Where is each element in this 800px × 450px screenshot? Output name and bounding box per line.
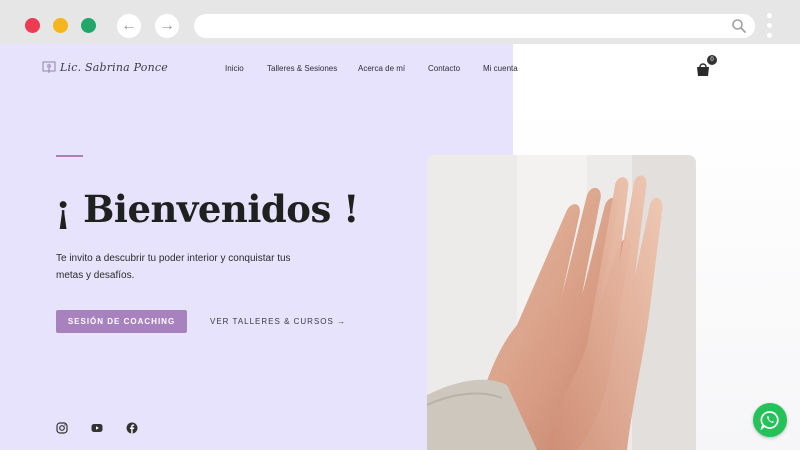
close-window-button[interactable] <box>25 18 40 33</box>
site-logo[interactable]: Lic. Sabrina Ponce <box>42 60 168 74</box>
address-bar[interactable] <box>194 14 755 38</box>
facebook-icon[interactable] <box>126 422 138 434</box>
coaching-session-button[interactable]: SESIÓN DE COACHING <box>56 310 187 333</box>
hero-title: ¡ Bienvenidos ! <box>55 187 359 231</box>
flower-logo-icon <box>42 61 56 73</box>
nav-item-inicio[interactable]: Inicio <box>225 64 244 73</box>
minimize-window-button[interactable] <box>53 18 68 33</box>
logo-text: Lic. Sabrina Ponce <box>60 60 168 74</box>
whatsapp-button[interactable] <box>753 403 787 437</box>
nav-item-mi-cuenta[interactable]: Mi cuenta <box>483 64 518 73</box>
cart-count-badge: 0 <box>707 55 717 65</box>
forward-button[interactable]: → <box>155 14 179 38</box>
nav-item-acerca[interactable]: Acerca de mí <box>358 64 405 73</box>
nav-item-talleres[interactable]: Talleres & Sesiones <box>267 64 337 73</box>
nav-item-contacto[interactable]: Contacto <box>428 64 460 73</box>
browser-menu-icon[interactable] <box>767 13 773 41</box>
hands-illustration <box>427 155 696 450</box>
arrow-left-icon: ← <box>121 17 137 34</box>
website-page: Lic. Sabrina Ponce Inicio Talleres & Ses… <box>0 44 800 450</box>
maximize-window-button[interactable] <box>81 18 96 33</box>
search-icon[interactable] <box>731 18 747 34</box>
accent-divider <box>56 155 83 157</box>
hero-image-high-five <box>427 155 696 450</box>
whatsapp-icon <box>760 411 779 430</box>
instagram-icon[interactable] <box>56 422 68 434</box>
youtube-icon[interactable] <box>91 422 103 434</box>
back-button[interactable]: ← <box>117 14 141 38</box>
browser-toolbar: ← → <box>0 0 800 44</box>
view-workshops-link[interactable]: VER TALLERES & CURSOS → <box>210 317 346 326</box>
hero-subtitle: Te invito a descubrir tu poder interior … <box>56 253 291 281</box>
arrow-right-icon: → <box>159 17 175 34</box>
